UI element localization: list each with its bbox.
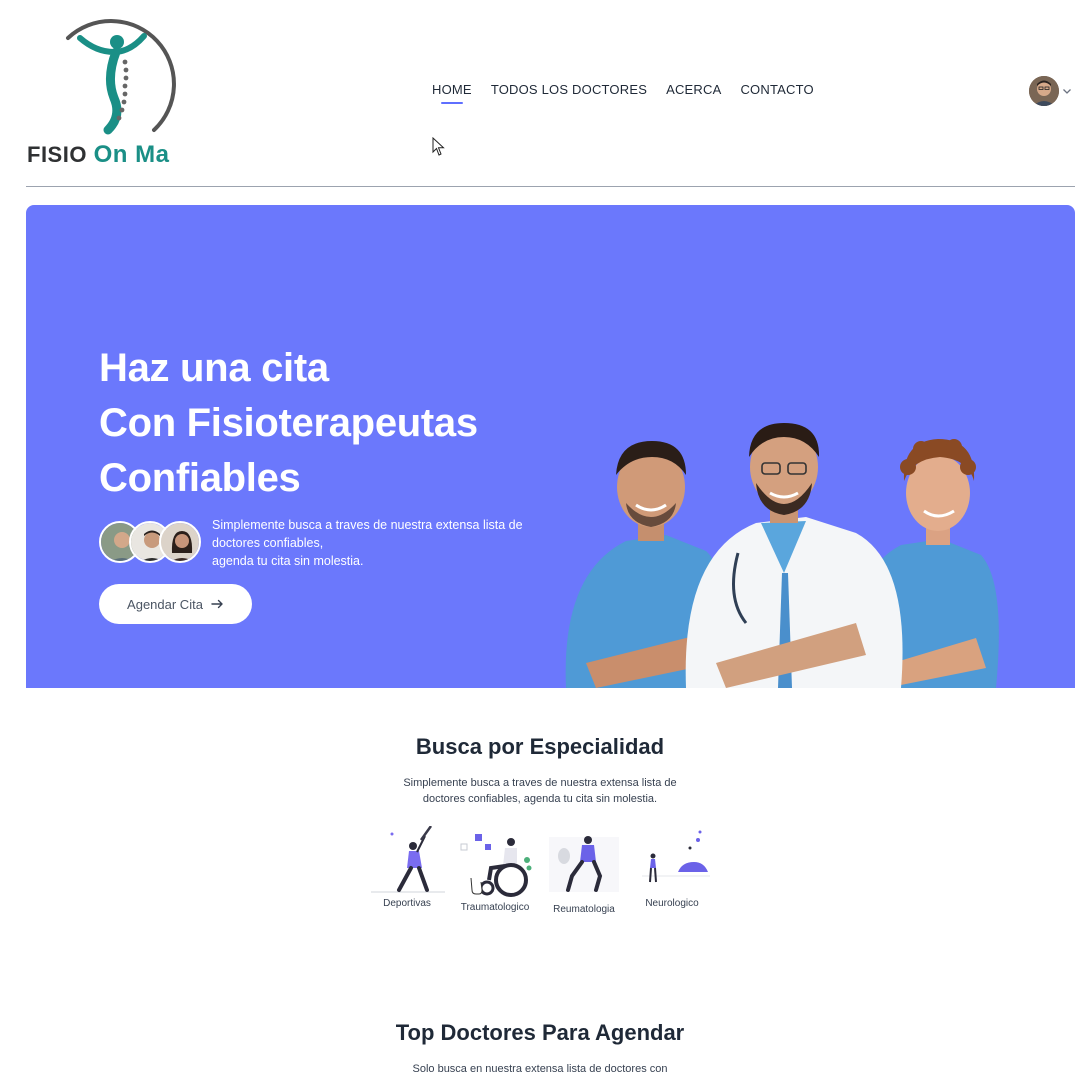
specialty-label: Deportivas <box>383 898 431 909</box>
header-divider <box>26 186 1075 187</box>
nav-all-doctors[interactable]: TODOS LOS DOCTORES <box>491 82 647 97</box>
patient-avatar <box>159 521 201 563</box>
hero-title: Haz una cita Con Fisioterapeutas Confiab… <box>99 341 478 506</box>
mouse-pointer-icon <box>432 137 445 156</box>
site-header: FISIO On Ma HOME TODOS LOS DOCTORES ACER… <box>0 0 1080 187</box>
book-appointment-label: Agendar Cita <box>127 596 203 612</box>
doctor-center <box>685 423 903 688</box>
rheumatology-illustration-icon <box>549 836 619 892</box>
hero-description-line-2: doctores confiables, <box>212 536 324 550</box>
profile-menu[interactable] <box>1029 76 1072 106</box>
specialty-label: Neurologico <box>645 898 699 909</box>
sports-illustration-icon <box>371 826 445 893</box>
user-avatar[interactable] <box>1029 76 1059 106</box>
neurology-illustration-icon <box>642 830 710 883</box>
user-avatar-icon <box>1029 76 1059 106</box>
wheelchair-illustration-icon <box>460 834 532 897</box>
specialty-traumatologico[interactable]: Traumatologico <box>453 830 537 913</box>
specialties-subtitle-line-2: doctores confiables, agenda tu cita sin … <box>422 793 658 805</box>
nav-contact[interactable]: CONTACTO <box>740 82 813 97</box>
specialty-deportivas[interactable]: Deportivas <box>365 826 449 909</box>
specialties-title: Busca por Especialidad <box>415 734 665 759</box>
specialty-label: Traumatologico <box>460 902 530 913</box>
main-nav: HOME TODOS LOS DOCTORES ACERCA CONTACTO <box>432 82 814 104</box>
chevron-down-icon[interactable] <box>1062 86 1072 96</box>
nav-about[interactable]: ACERCA <box>666 82 721 97</box>
nav-home[interactable]: HOME <box>432 82 472 104</box>
hero-title-line-2: Con Fisioterapeutas <box>99 401 478 445</box>
doctors-group-image <box>565 423 999 688</box>
top-doctors-subtitle: Solo busca en nuestra extensa lista de d… <box>412 1063 668 1075</box>
hero-description-line-3: agenda tu cita sin molestia. <box>212 554 364 568</box>
hero-description-line-1: Simplemente busca a traves de nuestra ex… <box>212 518 523 532</box>
specialties-subtitle-line-1: Simplemente busca a traves de nuestra ex… <box>403 777 677 789</box>
hero-title-line-1: Haz una cita <box>99 346 329 390</box>
specialty-reumatologia[interactable]: Reumatologia <box>542 832 626 915</box>
brand-word-1: FISIO <box>27 142 87 167</box>
specialty-label: Reumatologia <box>553 904 615 915</box>
book-appointment-button[interactable]: Agendar Cita <box>99 584 252 624</box>
specialties-subtitle: Simplemente busca a traves de nuestra ex… <box>0 775 1080 807</box>
hero-description: Simplemente busca a traves de nuestra ex… <box>212 516 542 570</box>
brand-word-2: On Ma <box>93 141 170 168</box>
patient-avatar-group <box>99 521 203 565</box>
top-doctors-title: Top Doctores Para Agendar <box>395 1020 685 1045</box>
arrow-right-icon <box>211 599 223 609</box>
specialty-neurologico[interactable]: Neurologico <box>630 826 714 909</box>
hero-banner: Haz una cita Con Fisioterapeutas Confiab… <box>26 205 1075 688</box>
hero-title-line-3: Confiables <box>99 456 301 500</box>
brand-wordmark: FISIO On Ma <box>27 141 169 169</box>
